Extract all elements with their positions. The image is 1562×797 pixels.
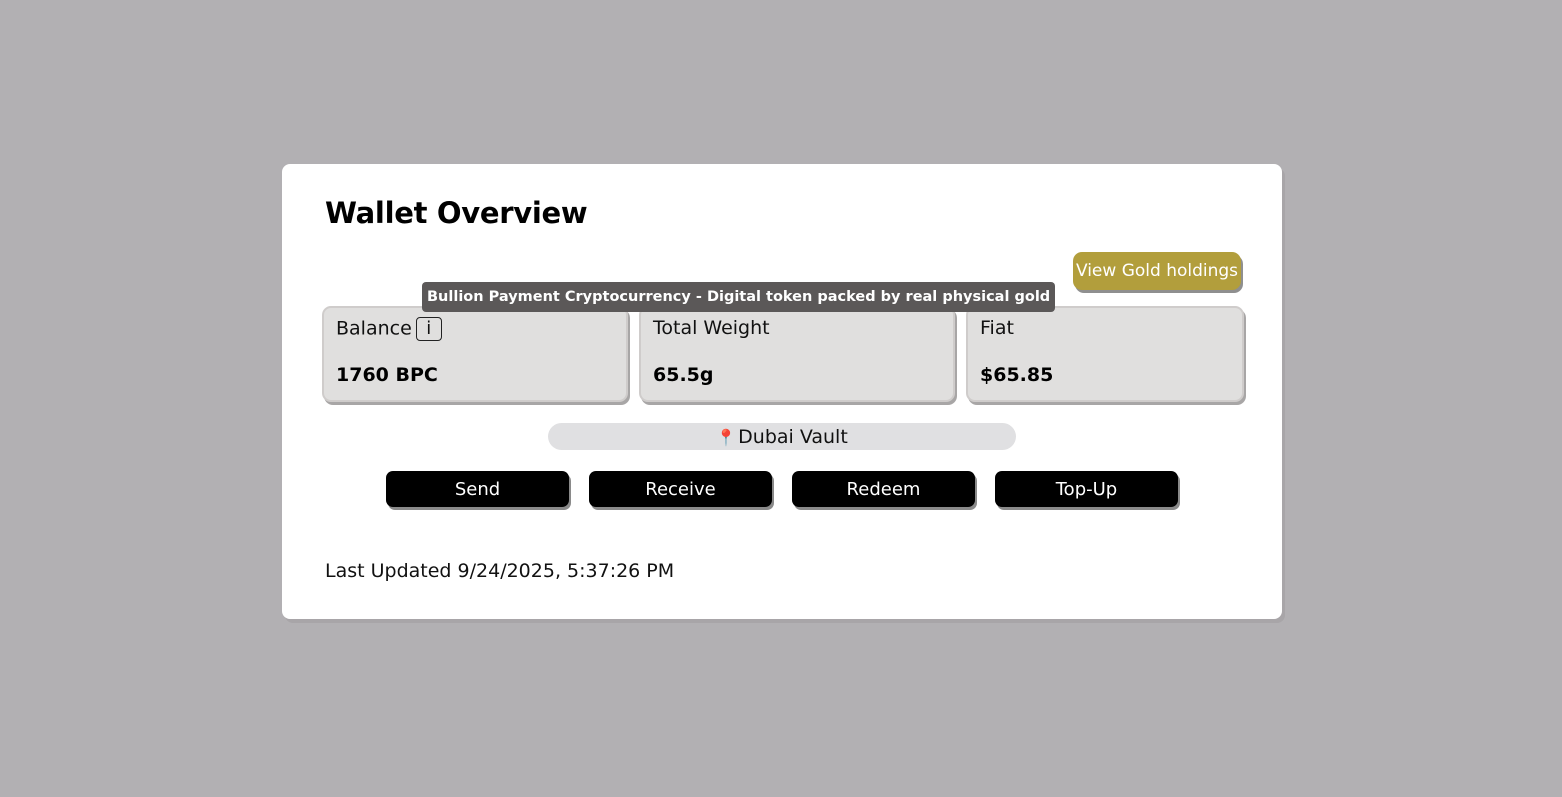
receive-button[interactable]: Receive — [589, 471, 772, 507]
vault-name: Dubai Vault — [738, 426, 848, 448]
total-weight-card: Total Weight 65.5g — [639, 306, 955, 402]
vault-location: 📍 Dubai Vault — [548, 423, 1016, 450]
fiat-value: $65.85 — [980, 364, 1054, 386]
balance-label: Balance — [336, 317, 412, 340]
total-weight-label: Total Weight — [653, 317, 770, 339]
pin-icon: 📍 — [716, 428, 737, 447]
last-updated-text: Last Updated 9/24/2025, 5:37:26 PM — [325, 560, 675, 582]
view-gold-holdings-button[interactable]: View Gold holdings — [1073, 252, 1241, 290]
redeem-button[interactable]: Redeem — [792, 471, 975, 507]
page-title: Wallet Overview — [325, 196, 588, 230]
fiat-card: Fiat $65.85 — [966, 306, 1244, 402]
fiat-label: Fiat — [980, 317, 1014, 339]
balance-label-row: Balance i — [336, 317, 442, 341]
total-weight-value: 65.5g — [653, 364, 714, 386]
balance-value: 1760 BPC — [336, 364, 438, 386]
send-button[interactable]: Send — [386, 471, 569, 507]
balance-tooltip: Bullion Payment Cryptocurrency - Digital… — [422, 282, 1056, 312]
info-icon[interactable]: i — [415, 317, 442, 341]
top-up-button[interactable]: Top-Up — [995, 471, 1178, 507]
balance-card: Balance i 1760 BPC — [322, 306, 628, 402]
wallet-overview-card: Wallet Overview View Gold holdings Bulli… — [282, 164, 1282, 619]
